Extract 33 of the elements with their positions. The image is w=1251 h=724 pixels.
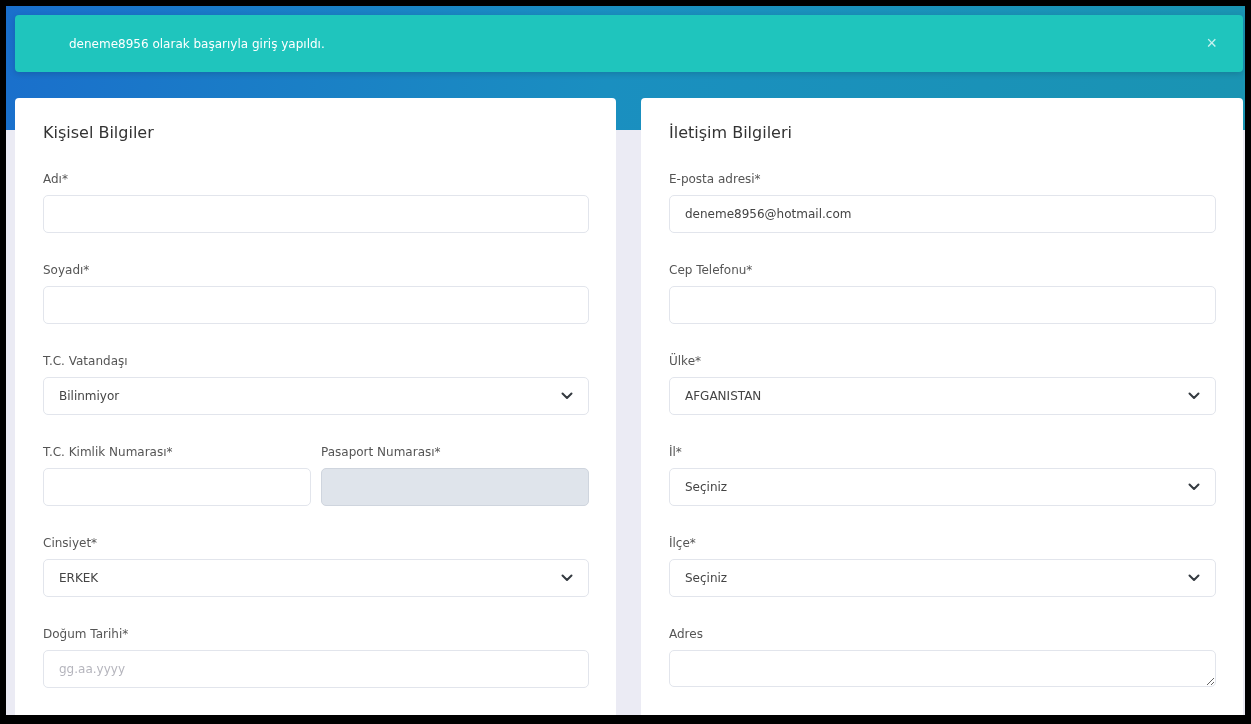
input-field[interactable]: deneme8956@hotmail.com [669,195,1216,233]
field-label: T.C. Kimlik Numarası* [43,445,174,459]
field-label: İlçe* [669,536,697,550]
input-field[interactable]: gg.aa.yyyy [43,650,589,688]
field-label: Cinsiyet* [43,536,99,550]
select-field[interactable]: AFGANISTAN [669,377,1216,415]
field-label: Adı* [43,172,69,186]
card-title: İletişim Bilgileri [669,123,793,142]
chevron-down-icon [1188,392,1200,400]
field-label: Soyadı* [43,263,91,277]
textarea-field[interactable] [669,650,1216,687]
chevron-down-icon [561,574,573,582]
input-field[interactable] [43,468,311,506]
field-label: Ülke* [669,354,703,368]
chevron-down-icon [1188,483,1200,491]
input-field[interactable] [669,286,1216,324]
field-label: Adres [669,627,704,641]
field-label: Pasaport Numarası* [321,445,442,459]
chevron-down-icon [1188,574,1200,582]
select-field[interactable]: ERKEK [43,559,589,597]
input-field[interactable] [43,195,589,233]
field-label: İl* [669,445,683,459]
field-label: E-posta adresi* [669,172,762,186]
alert-message: deneme8956 olarak başarıyla giriş yapıldı. [69,36,325,51]
card-title: Kişisel Bilgiler [43,123,155,142]
field-label: Cep Telefonu* [669,263,754,277]
select-field[interactable]: Bilinmiyor [43,377,589,415]
field-label: T.C. Vatandaşı [43,354,129,368]
input-field[interactable] [43,286,589,324]
chevron-down-icon [561,392,573,400]
select-field[interactable]: Seçiniz [669,468,1216,506]
field-label: Doğum Tarihi* [43,627,130,641]
select-field[interactable]: Seçiniz [669,559,1216,597]
